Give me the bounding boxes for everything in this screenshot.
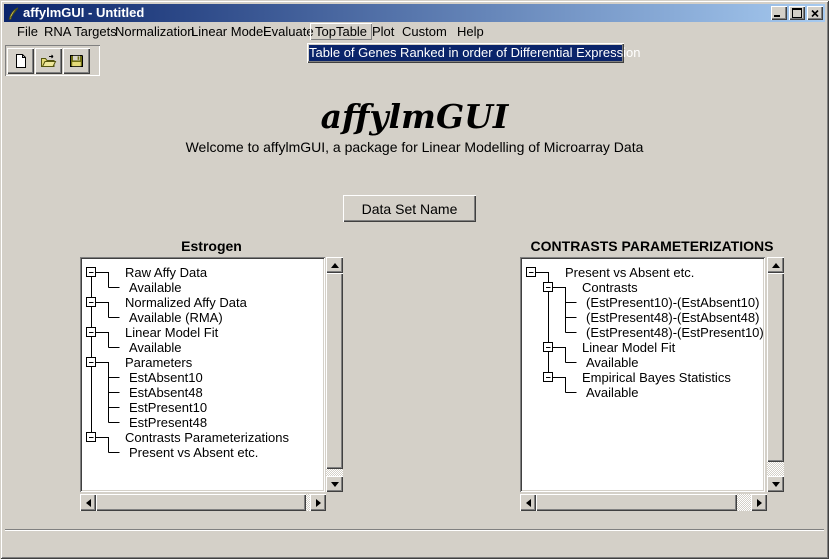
app-title: affylmGUI [0,97,829,136]
scrollbar-thumb[interactable] [536,494,737,511]
tree-item[interactable]: Available [129,280,182,295]
tree-item[interactable]: Contrasts Parameterizations [125,430,289,445]
tree-item[interactable]: Available [129,340,182,355]
scroll-up-button[interactable] [326,257,343,273]
open-file-button[interactable] [35,48,62,74]
tree-item[interactable]: Present vs Absent etc. [565,265,694,280]
menu-help[interactable]: Help [452,23,489,40]
scrollbar-thumb[interactable] [326,273,343,469]
menu-item-toptable[interactable]: Table of Genes Ranked in order of Differ… [309,45,622,61]
left-arrow-icon [86,499,91,507]
menu-custom[interactable]: Custom [397,23,452,40]
scrollbar-track[interactable] [737,494,751,511]
right-arrow-icon [757,499,762,507]
scroll-left-button[interactable] [80,494,96,511]
tree-item[interactable]: Contrasts [582,280,638,295]
toptable-menu-popup: Table of Genes Ranked in order of Differ… [307,43,624,63]
left-arrow-icon [526,499,531,507]
scrollbar-thumb[interactable] [767,273,784,462]
tree-item[interactable]: Linear Model Fit [125,325,218,340]
tree-item[interactable]: Available (RMA) [129,310,223,325]
tree-item[interactable]: Normalized Affy Data [125,295,247,310]
scrollbar-track[interactable] [767,462,784,476]
scroll-down-button[interactable] [326,476,343,492]
tree-item[interactable]: EstPresent10 [129,400,207,415]
right-tree-vertical-scrollbar[interactable] [767,257,784,492]
left-tree-horizontal-scrollbar[interactable] [80,494,326,511]
maximize-icon [792,8,802,18]
tree-item[interactable]: EstAbsent48 [129,385,203,400]
tree-item[interactable]: Linear Model Fit [582,340,675,355]
app-window: affylmGUI - Untitled File RNA Targets No… [0,0,829,559]
tree-item[interactable]: (EstPresent48)-(EstPresent10) [586,325,763,340]
down-arrow-icon [772,482,780,487]
tree-item[interactable]: Available [586,355,639,370]
save-icon [68,53,85,69]
save-file-button[interactable] [63,48,90,74]
left-tree: Raw Affy DataAvailableNormalized Affy Da… [80,257,325,492]
welcome-text: Welcome to affylmGUI, a package for Line… [0,139,829,155]
tree-item[interactable]: Available [586,385,639,400]
menubar: File RNA Targets Normalization Linear Mo… [4,22,825,43]
tree-item[interactable]: Present vs Absent etc. [129,445,258,460]
scrollbar-track[interactable] [326,469,343,476]
scroll-right-button[interactable] [310,494,326,511]
right-tree-horizontal-scrollbar[interactable] [520,494,767,511]
scroll-down-button[interactable] [767,476,784,492]
minimize-button[interactable] [771,6,787,20]
down-arrow-icon [331,482,339,487]
new-document-icon [12,53,29,69]
feather-icon [7,7,20,20]
menu-plot[interactable]: Plot [367,23,399,40]
scroll-up-button[interactable] [767,257,784,273]
right-tree-content: Present vs Absent etc.Contrasts(EstPrese… [522,259,763,490]
left-tree-title: Estrogen [80,238,343,254]
right-arrow-icon [316,499,321,507]
scroll-left-button[interactable] [520,494,536,511]
new-file-button[interactable] [7,48,34,74]
window-controls [769,6,823,20]
tree-item[interactable]: (EstPresent10)-(EstAbsent10) [586,295,759,310]
close-button[interactable] [807,6,823,20]
data-set-name-button[interactable]: Data Set Name [343,195,476,222]
minimize-icon [774,15,780,17]
menu-toptable[interactable]: TopTable [310,23,372,40]
bottom-divider [5,529,824,531]
up-arrow-icon [772,263,780,268]
tree-item[interactable]: (EstPresent48)-(EstAbsent48) [586,310,759,325]
tree-item[interactable]: Empirical Bayes Statistics [582,370,731,385]
tree-item[interactable]: EstPresent48 [129,415,207,430]
scroll-right-button[interactable] [751,494,767,511]
close-icon [811,10,819,17]
tree-item[interactable]: Raw Affy Data [125,265,207,280]
left-tree-vertical-scrollbar[interactable] [326,257,343,492]
tree-item[interactable]: EstAbsent10 [129,370,203,385]
scrollbar-thumb[interactable] [96,494,306,511]
window-title: affylmGUI - Untitled [23,4,769,22]
toolbar [5,45,100,76]
up-arrow-icon [331,263,339,268]
maximize-button[interactable] [789,6,805,20]
tree-item[interactable]: Parameters [125,355,192,370]
right-tree-title: CONTRASTS PARAMETERIZATIONS [520,238,784,254]
titlebar[interactable]: affylmGUI - Untitled [4,4,825,22]
open-folder-icon [40,53,57,69]
left-tree-content: Raw Affy DataAvailableNormalized Affy Da… [82,259,323,490]
right-tree: Present vs Absent etc.Contrasts(EstPrese… [520,257,765,492]
